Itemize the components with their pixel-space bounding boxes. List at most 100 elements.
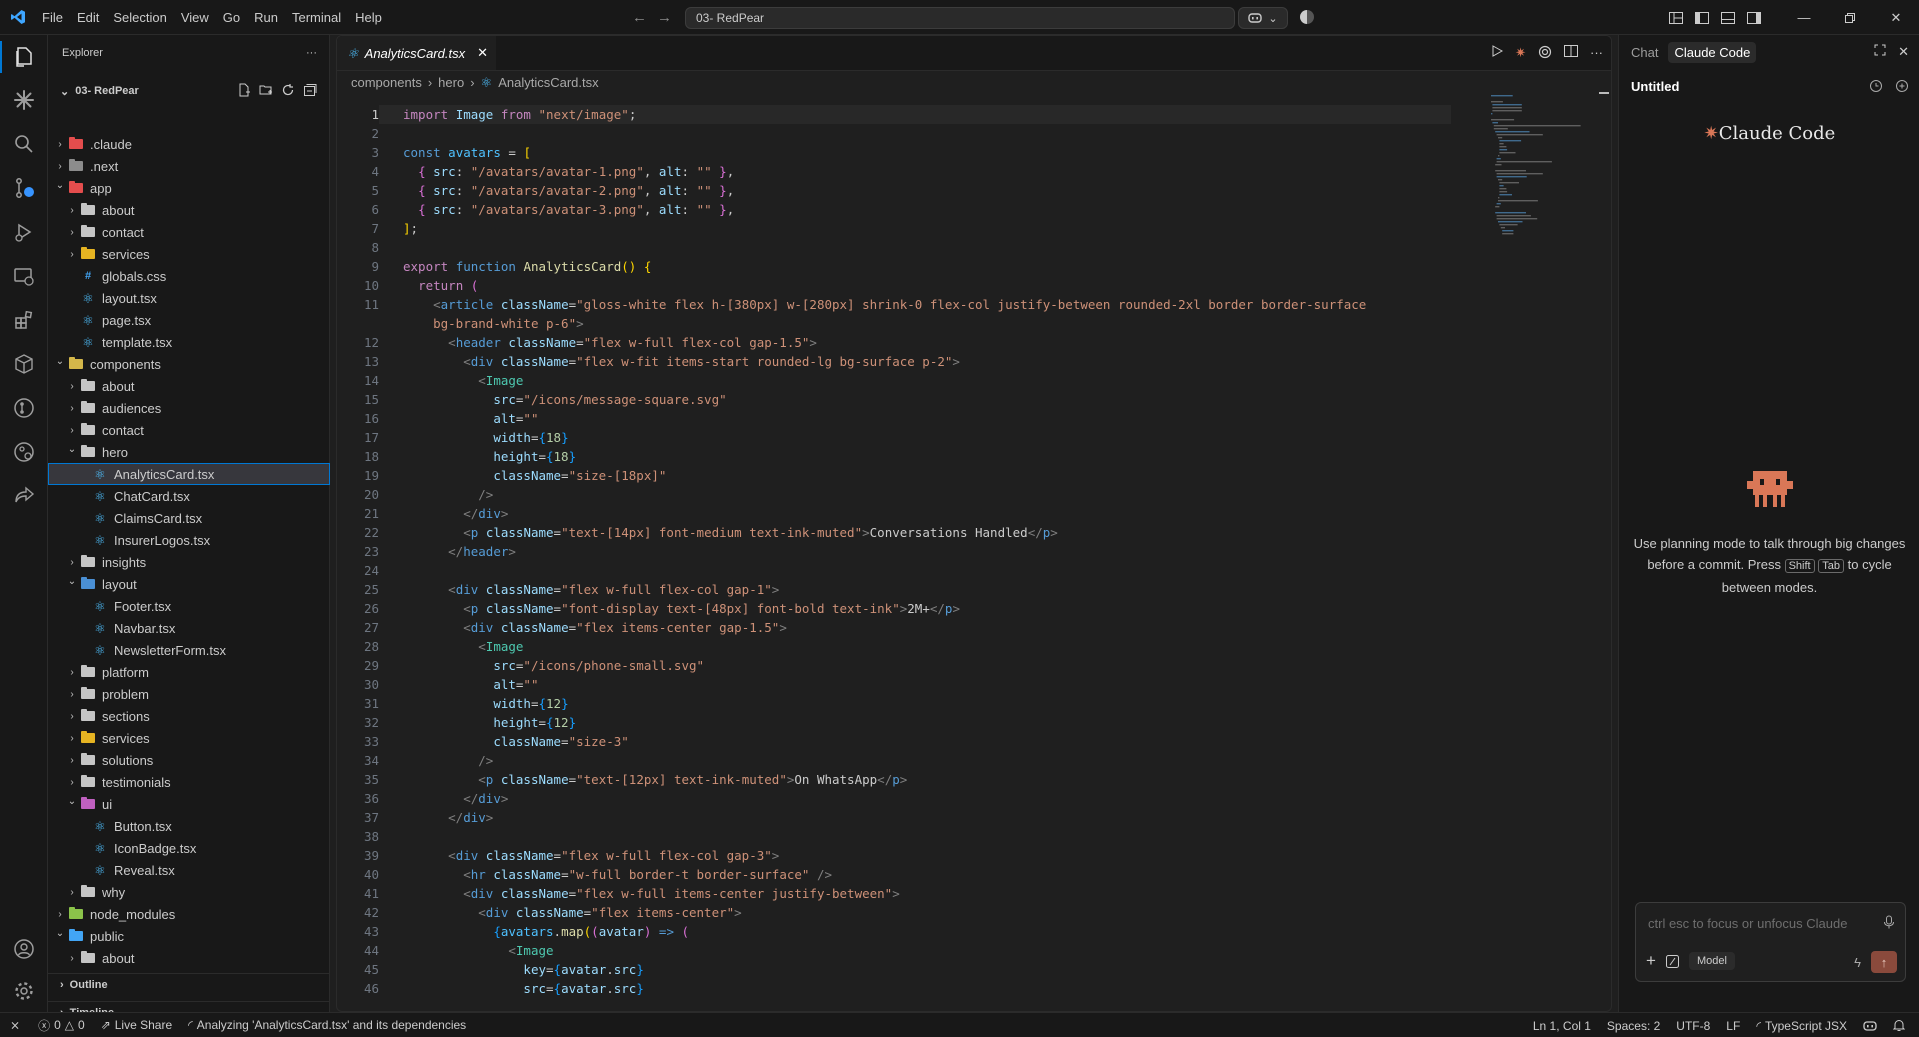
git-graph-icon[interactable] (0, 388, 48, 428)
code-line[interactable]: 17 width={18} (337, 428, 1477, 447)
copilot-button[interactable]: ⌄ (1238, 7, 1288, 29)
code-line[interactable]: 44 <Image (337, 941, 1477, 960)
chat-input-placeholder[interactable]: ctrl esc to focus or unfocus Claude (1648, 916, 1847, 931)
code-line[interactable]: 16 alt="" (337, 409, 1477, 428)
claude-spark-icon[interactable] (0, 80, 48, 120)
settings-gear-icon[interactable] (0, 971, 48, 1011)
code-line[interactable]: 34 /> (337, 751, 1477, 770)
remote-explorer-icon[interactable] (0, 256, 48, 296)
back-arrow-icon[interactable]: ← (632, 9, 647, 26)
code-line[interactable]: 33 className="size-3" (337, 732, 1477, 751)
tree-folder[interactable]: ⌄ components (48, 353, 330, 375)
tree-folder[interactable]: ⌄ hero (48, 441, 330, 463)
close-panel-icon[interactable]: ✕ (1898, 44, 1909, 60)
extensions-icon[interactable] (0, 300, 48, 340)
forward-arrow-icon[interactable]: → (657, 9, 672, 26)
tree-folder[interactable]: ⌄ layout (48, 573, 330, 595)
live-share-status[interactable]: ⇗ Live Share (93, 1018, 180, 1032)
toggle-panel-icon[interactable] (1715, 0, 1741, 35)
new-file-icon[interactable] (237, 83, 251, 97)
more-actions-icon[interactable]: ··· (1590, 45, 1603, 61)
claude-code-launch-icon[interactable]: ✷ (1515, 45, 1526, 61)
add-context-icon[interactable]: + (1646, 951, 1656, 971)
outline-section[interactable]: › Outline (48, 973, 330, 995)
tree-folder[interactable]: ⌄ public (48, 925, 330, 947)
customize-layout-icon[interactable] (1663, 0, 1689, 35)
tree-folder[interactable]: › sections (48, 705, 330, 727)
tree-file[interactable]: ⚛ InsurerLogos.tsx (48, 529, 330, 551)
tree-file[interactable]: ⚛ IconBadge.tsx (48, 837, 330, 859)
packages-icon[interactable] (0, 344, 48, 384)
chat-input-box[interactable]: ctrl esc to focus or unfocus Claude + Mo… (1635, 902, 1906, 982)
code-line[interactable]: 29 src="/icons/phone-small.svg" (337, 656, 1477, 675)
tree-folder[interactable]: › about (48, 375, 330, 397)
accounts-icon[interactable] (1300, 10, 1314, 24)
refresh-icon[interactable] (281, 83, 295, 97)
code-line[interactable]: 6 { src: "/avatars/avatar-3.png", alt: "… (337, 200, 1477, 219)
menu-terminal[interactable]: Terminal (285, 0, 348, 35)
tree-file[interactable]: ⚛ ChatCard.tsx (48, 485, 330, 507)
tree-folder[interactable]: › node_modules (48, 903, 330, 925)
code-line[interactable]: 13 <div className="flex w-fit items-star… (337, 352, 1477, 371)
live-share-icon[interactable] (0, 476, 48, 516)
cursor-position[interactable]: Ln 1, Col 1 (1525, 1019, 1599, 1033)
tree-file[interactable]: ⚛ AnalyticsCard.tsx (48, 463, 330, 485)
code-line[interactable]: 7]; (337, 219, 1477, 238)
language-mode[interactable]: ◜ TypeScript JSX (1748, 1019, 1855, 1033)
tree-file[interactable]: ⚛ Navbar.tsx (48, 617, 330, 639)
minimap[interactable] (1487, 91, 1597, 241)
code-line[interactable]: 8 (337, 238, 1477, 257)
code-line[interactable]: 38 (337, 827, 1477, 846)
code-line[interactable]: 18 height={18} (337, 447, 1477, 466)
chevron-down-icon[interactable]: ⌄ (1268, 12, 1277, 25)
toggle-primary-sidebar-icon[interactable] (1689, 0, 1715, 35)
tree-file[interactable]: # globals.css (48, 265, 330, 287)
run-file-icon[interactable] (1491, 45, 1504, 61)
microphone-icon[interactable] (1883, 915, 1895, 929)
remote-indicator[interactable]: ⨯ (0, 1018, 30, 1032)
menu-edit[interactable]: Edit (70, 0, 106, 35)
tree-folder[interactable]: ⌄ app (48, 177, 330, 199)
code-line[interactable]: 5 { src: "/avatars/avatar-2.png", alt: "… (337, 181, 1477, 200)
toggle-secondary-sidebar-icon[interactable] (1741, 0, 1767, 35)
code-line[interactable]: 42 <div className="flex items-center"> (337, 903, 1477, 922)
code-line[interactable]: 9 export function AnalyticsCard() { (337, 257, 1477, 276)
tree-file[interactable]: ⚛ template.tsx (48, 331, 330, 353)
run-debug-icon[interactable] (0, 212, 48, 252)
editor-tab-analyticscard[interactable]: ⚛ AnalyticsCard.tsx ✕ (337, 36, 496, 70)
maximize-icon[interactable] (1874, 44, 1886, 60)
code-line[interactable]: 23 </header> (337, 542, 1477, 561)
tree-file[interactable]: ⚛ ClaimsCard.tsx (48, 507, 330, 529)
split-editor-icon[interactable] (1564, 45, 1578, 61)
tree-folder[interactable]: › contact (48, 419, 330, 441)
encoding[interactable]: UTF-8 (1668, 1019, 1718, 1033)
tree-folder[interactable]: › about (48, 947, 330, 969)
menu-help[interactable]: Help (348, 0, 389, 35)
code-line[interactable]: 37 </div> (337, 808, 1477, 827)
send-button[interactable]: ↑ (1871, 951, 1897, 973)
menu-selection[interactable]: Selection (106, 0, 173, 35)
tree-folder[interactable]: › problem (48, 683, 330, 705)
code-line[interactable]: 40 <hr className="w-full border-t border… (337, 865, 1477, 884)
close-tab-icon[interactable]: ✕ (477, 45, 488, 61)
code-line[interactable]: 43 {avatars.map((avatar) => ( (337, 922, 1477, 941)
lightning-icon[interactable]: ϟ (1854, 955, 1861, 970)
tree-folder[interactable]: › services (48, 727, 330, 749)
tree-folder[interactable]: › services (48, 243, 330, 265)
indentation[interactable]: Spaces: 2 (1599, 1019, 1668, 1033)
source-control-icon[interactable] (0, 168, 48, 208)
code-line[interactable]: bg-brand-white p-6"> (337, 314, 1477, 333)
tree-folder[interactable]: › insights (48, 551, 330, 573)
menu-view[interactable]: View (174, 0, 216, 35)
tree-folder[interactable]: › why (48, 881, 330, 903)
tree-file[interactable]: ⚛ Button.tsx (48, 815, 330, 837)
gitlens-icon[interactable] (0, 432, 48, 472)
explorer-icon[interactable] (0, 37, 48, 77)
code-line[interactable]: 41 <div className="flex w-full items-cen… (337, 884, 1477, 903)
menu-file[interactable]: File (35, 0, 70, 35)
code-line[interactable]: 31 width={12} (337, 694, 1477, 713)
close-window-icon[interactable]: ✕ (1873, 0, 1919, 35)
editor-scrollbar[interactable] (1599, 92, 1611, 1011)
code-line[interactable]: 28 <Image (337, 637, 1477, 656)
tree-file[interactable]: ⚛ Footer.tsx (48, 595, 330, 617)
